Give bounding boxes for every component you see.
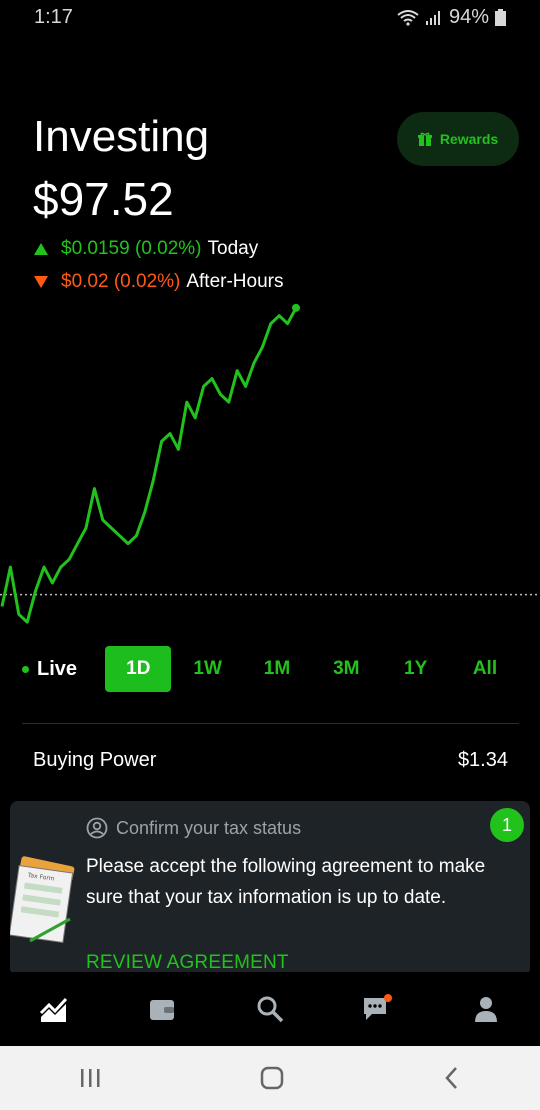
portfolio-value: $97.52 [33, 173, 174, 225]
card-heading-text: Confirm your tax status [116, 817, 302, 838]
battery-icon [495, 9, 506, 26]
card-heading: Confirm your tax status [86, 817, 301, 839]
today-change-amount: $0.0159 (0.02%) [61, 238, 202, 259]
rewards-button[interactable]: Rewards [397, 112, 519, 166]
tab-1m[interactable]: 1M [244, 646, 310, 692]
divider [22, 723, 519, 724]
tab-all[interactable]: All [452, 646, 518, 692]
latest-price-dot [292, 303, 300, 312]
wifi-icon [397, 9, 419, 26]
after-hours-change-label: After-Hours [186, 271, 284, 292]
tab-1w[interactable]: 1W [175, 646, 241, 692]
review-agreement-link[interactable]: REVIEW AGREEMENT [86, 952, 289, 974]
nav-account[interactable] [466, 989, 506, 1029]
price-line [0, 307, 298, 624]
gift-icon [417, 132, 432, 146]
down-triangle-icon [34, 276, 48, 288]
up-triangle-icon [34, 243, 48, 255]
battery-percent: 94% [448, 6, 489, 28]
tab-1y[interactable]: 1Y [383, 646, 449, 692]
person-icon [475, 997, 497, 1022]
today-change: $0.0159 (0.02%) Today [33, 238, 258, 260]
live-label: Live [37, 657, 78, 680]
nav-messages[interactable] [358, 989, 398, 1029]
chat-icon [364, 994, 392, 1020]
status-right: 94% [397, 6, 506, 29]
tab-1d[interactable]: 1D [105, 646, 172, 692]
live-toggle[interactable]: Live [22, 658, 102, 681]
buying-power-label[interactable]: Buying Power [33, 749, 156, 772]
home-icon[interactable] [259, 1066, 285, 1090]
back-icon[interactable] [442, 1066, 462, 1090]
recent-apps-icon[interactable] [78, 1067, 102, 1089]
system-nav-bar [0, 1046, 540, 1110]
nav-search[interactable] [250, 989, 290, 1029]
live-dot-icon [22, 665, 29, 673]
notification-badge: 1 [490, 808, 524, 842]
rewards-label: Rewards [439, 131, 499, 147]
status-time: 1:17 [34, 6, 73, 28]
price-chart[interactable] [0, 300, 540, 630]
card-body-text: Please accept the following agreement to… [86, 856, 486, 908]
tax-form-illustration: Tax Form [10, 856, 75, 943]
after-hours-change-amount: $0.02 (0.02%) [61, 271, 181, 292]
nav-home[interactable] [34, 989, 74, 1029]
signal-icon [425, 10, 440, 25]
wallet-icon [150, 1000, 174, 1020]
nav-wallet[interactable] [142, 989, 182, 1029]
timeframe-tabs: Live 1D 1W 1M 3M 1Y All [22, 645, 518, 693]
buying-power-value[interactable]: $1.34 [458, 749, 508, 772]
search-icon [257, 996, 284, 1023]
user-circle-icon [86, 817, 108, 839]
page-title: Investing [33, 112, 210, 161]
status-bar: 1:17 94% [0, 0, 540, 34]
tab-3m[interactable]: 3M [313, 646, 379, 692]
bottom-nav [0, 972, 540, 1046]
chart-line-icon [39, 997, 68, 1022]
today-change-label: Today [207, 238, 259, 259]
after-hours-change: $0.02 (0.02%) After-Hours [33, 271, 284, 293]
